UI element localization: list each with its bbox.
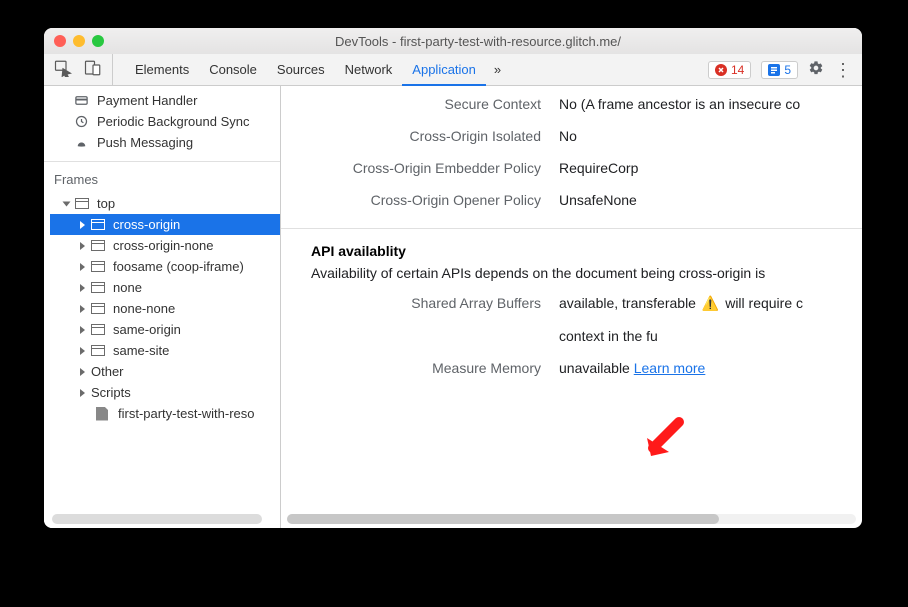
secure-context-value: No (A frame ancestor is an insecure co [559,96,862,112]
frame-label: cross-origin-none [113,238,213,253]
sidebar-item-push-messaging[interactable]: Push Messaging [44,132,280,153]
minimize-window-button[interactable] [73,35,85,47]
api-availability-desc: Availability of certain APIs depends on … [281,265,862,291]
frame-label: Other [91,364,124,379]
frame-label: cross-origin [113,217,180,232]
disclosure-icon[interactable] [80,305,85,313]
frame-icon [75,198,89,209]
frame-label: top [97,196,115,211]
frame-detail-panel: Secure Context No (A frame ancestor is a… [281,86,862,528]
shared-array-buffers-value-line2: context in the fu [559,328,862,344]
sidebar-item-payment-handler[interactable]: Payment Handler [44,90,280,111]
frame-foosame[interactable]: foosame (coop-iframe) [50,256,280,277]
close-window-button[interactable] [54,35,66,47]
frame-label: none [113,280,142,295]
application-sidebar: Payment Handler Periodic Background Sync… [44,86,281,528]
frame-none-none[interactable]: none-none [50,298,280,319]
shared-array-buffers-value: available, transferable ⚠️ will require … [559,295,862,312]
frame-icon [91,324,105,335]
frame-same-site[interactable]: same-site [50,340,280,361]
api-availability-heading: API availablity [281,228,862,265]
frame-cross-origin[interactable]: cross-origin [50,214,280,235]
document-item[interactable]: first-party-test-with-reso [50,403,280,424]
frame-label: foosame (coop-iframe) [113,259,244,274]
tab-sources[interactable]: Sources [267,54,335,85]
zoom-window-button[interactable] [92,35,104,47]
frame-icon [91,282,105,293]
frame-label: same-site [113,343,169,358]
coop-value: UnsafeNone [559,192,862,208]
scrollbar-thumb[interactable] [287,514,719,524]
devtools-window: DevTools - first-party-test-with-resourc… [44,28,862,528]
window-titlebar: DevTools - first-party-test-with-resourc… [44,28,862,54]
sidebar-horizontal-scrollbar[interactable] [44,514,281,524]
measure-memory-value: unavailable Learn more [559,360,862,376]
frame-other-folder[interactable]: Other [50,361,280,382]
issues-count: 5 [784,63,791,77]
inspect-element-icon[interactable] [54,59,72,80]
frame-icon [91,345,105,356]
disclosure-icon[interactable] [80,242,85,250]
frame-label: Scripts [91,385,131,400]
tab-network[interactable]: Network [335,54,403,85]
horizontal-scrollbar[interactable] [287,514,856,524]
sidebar-item-label: Push Messaging [97,135,193,150]
disclosure-icon[interactable] [80,221,85,229]
frame-none[interactable]: none [50,277,280,298]
device-toolbar-icon[interactable] [84,59,102,80]
tab-application[interactable]: Application [402,55,486,86]
disclosure-icon[interactable] [80,347,85,355]
frame-label: same-origin [113,322,181,337]
frame-top[interactable]: top [50,193,280,214]
cross-origin-isolated-value: No [559,128,862,144]
tab-elements[interactable]: Elements [125,54,199,85]
disclosure-icon[interactable] [80,326,85,334]
warning-icon: ⚠️ [702,295,719,311]
disclosure-icon[interactable] [80,389,85,397]
devtools-toolbar: Elements Console Sources Network Applica… [44,54,862,86]
scrollbar-thumb[interactable] [52,514,262,524]
window-title: DevTools - first-party-test-with-resourc… [104,34,852,49]
disclosure-icon[interactable] [80,284,85,292]
document-label: first-party-test-with-reso [118,406,255,421]
secure-context-label: Secure Context [281,96,541,112]
frame-cross-origin-none[interactable]: cross-origin-none [50,235,280,256]
sidebar-item-periodic-bg-sync[interactable]: Periodic Background Sync [44,111,280,132]
frame-icon [91,261,105,272]
coep-value: RequireCorp [559,160,862,176]
settings-icon[interactable] [808,60,824,79]
sidebar-item-label: Payment Handler [97,93,197,108]
frame-scripts-folder[interactable]: Scripts [50,382,280,403]
window-controls [54,35,104,47]
shared-array-buffers-label: Shared Array Buffers [281,295,541,312]
document-icon [96,407,108,421]
disclosure-icon[interactable] [63,201,71,206]
sidebar-item-label: Periodic Background Sync [97,114,249,129]
tab-overflow[interactable]: » [486,54,509,85]
learn-more-link[interactable]: Learn more [634,360,706,376]
tab-console[interactable]: Console [199,54,267,85]
frame-icon [91,240,105,251]
console-issues-badge[interactable]: 5 [761,61,798,79]
frames-section-label: Frames [44,162,280,193]
coep-label: Cross-Origin Embedder Policy [281,160,541,176]
frame-icon [91,219,105,230]
measure-memory-label: Measure Memory [281,360,541,376]
frame-icon [91,303,105,314]
frame-label: none-none [113,301,175,316]
disclosure-icon[interactable] [80,263,85,271]
disclosure-icon[interactable] [80,368,85,376]
cross-origin-isolated-label: Cross-Origin Isolated [281,128,541,144]
frame-same-origin[interactable]: same-origin [50,319,280,340]
console-errors-badge[interactable]: 14 [708,61,751,79]
error-count: 14 [731,63,744,77]
coop-label: Cross-Origin Opener Policy [281,192,541,208]
